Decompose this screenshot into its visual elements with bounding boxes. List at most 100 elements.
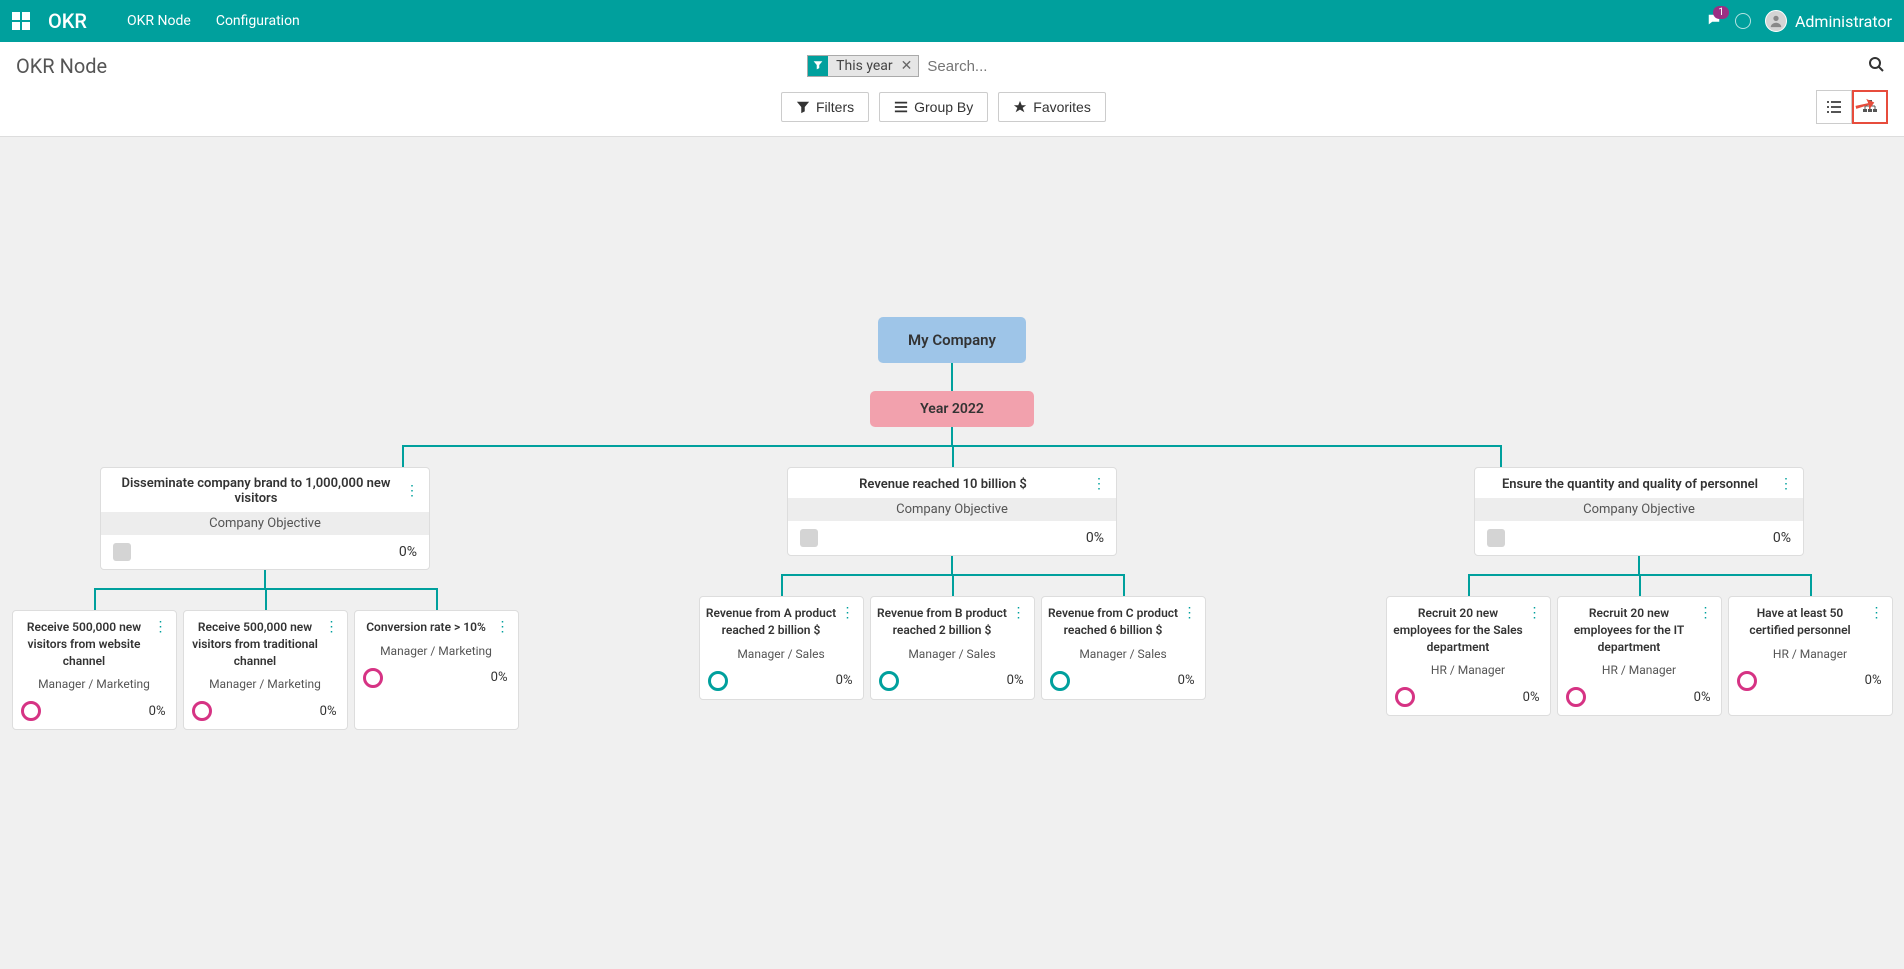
key-result-owner: HR / Manager — [1387, 659, 1550, 681]
key-result-owner: Manager / Marketing — [184, 673, 347, 695]
objective-progress: 0% — [399, 544, 417, 560]
search-filter-tag[interactable]: This year ✕ — [807, 55, 919, 77]
objective-progress: 0% — [1773, 530, 1791, 546]
favorites-label: Favorites — [1033, 99, 1091, 115]
kebab-menu-icon[interactable]: ⋮ — [837, 605, 859, 639]
owner-avatar-icon — [879, 671, 899, 691]
filter-icon — [808, 56, 828, 76]
kebab-menu-icon[interactable]: ⋮ — [150, 619, 172, 669]
kebab-menu-icon[interactable]: ⋮ — [1866, 605, 1888, 639]
key-result-title: Revenue from C product reached 6 billion… — [1048, 605, 1179, 639]
kebab-menu-icon[interactable]: ⋮ — [1088, 476, 1110, 492]
key-result-title: Recruit 20 new employees for the Sales d… — [1393, 605, 1524, 655]
kebab-menu-icon[interactable]: ⋮ — [1179, 605, 1201, 639]
owner-avatar-icon — [113, 543, 131, 561]
key-result-progress: 0% — [320, 704, 337, 719]
key-result-title: Recruit 20 new employees for the IT depa… — [1564, 605, 1695, 655]
toolbar-buttons: Filters Group By Favorites — [781, 92, 1106, 122]
view-switcher — [1816, 90, 1888, 124]
apps-icon[interactable] — [12, 12, 30, 30]
owner-avatar-icon — [192, 701, 212, 721]
kebab-menu-icon[interactable]: ⋮ — [1775, 476, 1797, 492]
key-result-card[interactable]: Revenue from C product reached 6 billion… — [1041, 596, 1206, 700]
favorites-button[interactable]: Favorites — [998, 92, 1106, 122]
key-result-progress: 0% — [1178, 673, 1195, 688]
search-input[interactable] — [919, 54, 1339, 79]
key-result-title: Have at least 50 certified personnel — [1735, 605, 1866, 639]
key-result-title: Conversion rate > 10% — [361, 619, 492, 636]
key-result-title: Revenue from B product reached 2 billion… — [877, 605, 1008, 639]
key-result-card[interactable]: Revenue from A product reached 2 billion… — [699, 596, 864, 700]
key-result-owner: Manager / Sales — [1042, 643, 1205, 665]
menu-okr-node[interactable]: OKR Node — [127, 13, 191, 29]
key-result-owner: Manager / Marketing — [355, 640, 518, 662]
filters-button[interactable]: Filters — [781, 92, 869, 122]
key-result-card[interactable]: Revenue from B product reached 2 billion… — [870, 596, 1035, 700]
tree-canvas[interactable]: My Company Year 2022 Disseminate company… — [0, 137, 1904, 837]
objective-subtitle: Company Objective — [788, 498, 1116, 521]
topbar-right: 1 Administrator — [1707, 10, 1892, 32]
owner-avatar-icon — [363, 668, 383, 688]
search-icon[interactable] — [1864, 52, 1888, 80]
groupby-label: Group By — [914, 99, 973, 115]
topbar-menu: OKR Node Configuration — [127, 13, 300, 29]
list-view-button[interactable] — [1816, 90, 1852, 124]
key-result-card[interactable]: Recruit 20 new employees for the Sales d… — [1386, 596, 1551, 716]
kebab-menu-icon[interactable]: ⋮ — [1524, 605, 1546, 655]
owner-avatar-icon — [1395, 687, 1415, 707]
user-name: Administrator — [1795, 12, 1892, 31]
key-result-card[interactable]: Have at least 50 certified personnel ⋮ H… — [1728, 596, 1893, 716]
key-result-owner: HR / Manager — [1558, 659, 1721, 681]
year-node[interactable]: Year 2022 — [870, 391, 1034, 427]
kebab-menu-icon[interactable]: ⋮ — [401, 483, 423, 499]
owner-avatar-icon — [1566, 687, 1586, 707]
key-result-owner: HR / Manager — [1729, 643, 1892, 665]
key-result-title: Revenue from A product reached 2 billion… — [706, 605, 837, 639]
user-menu[interactable]: Administrator — [1765, 10, 1892, 32]
app-name[interactable]: OKR — [48, 9, 87, 33]
search-area: This year ✕ — [807, 52, 1888, 80]
owner-avatar-icon — [1487, 529, 1505, 547]
menu-configuration[interactable]: Configuration — [216, 13, 300, 29]
key-result-progress: 0% — [1007, 673, 1024, 688]
key-result-progress: 0% — [1523, 690, 1540, 705]
user-avatar-icon — [1765, 10, 1787, 32]
breadcrumb[interactable]: OKR Node — [16, 54, 107, 78]
objective-subtitle: Company Objective — [1475, 498, 1803, 521]
activity-icon[interactable] — [1735, 13, 1751, 29]
owner-avatar-icon — [800, 529, 818, 547]
kebab-menu-icon[interactable]: ⋮ — [492, 619, 514, 636]
kebab-menu-icon[interactable]: ⋮ — [1695, 605, 1717, 655]
key-result-card[interactable]: Recruit 20 new employees for the IT depa… — [1557, 596, 1722, 716]
key-result-title: Receive 500,000 new visitors from websit… — [19, 619, 150, 669]
owner-avatar-icon — [21, 701, 41, 721]
objective-subtitle: Company Objective — [101, 512, 429, 535]
filter-tag-remove[interactable]: ✕ — [899, 56, 919, 76]
key-result-progress: 0% — [149, 704, 166, 719]
key-result-owner: Manager / Sales — [871, 643, 1034, 665]
filters-label: Filters — [816, 99, 854, 115]
objective-card[interactable]: Ensure the quantity and quality of perso… — [1474, 467, 1804, 556]
chat-badge: 1 — [1713, 6, 1729, 19]
key-result-card[interactable]: Conversion rate > 10% ⋮ Manager / Market… — [354, 610, 519, 730]
objective-card[interactable]: Revenue reached 10 billion $ ⋮ Company O… — [787, 467, 1117, 556]
root-node[interactable]: My Company — [878, 317, 1026, 363]
objective-title: Revenue reached 10 billion $ — [798, 477, 1088, 492]
kebab-menu-icon[interactable]: ⋮ — [1008, 605, 1030, 639]
groupby-button[interactable]: Group By — [879, 92, 988, 122]
hierarchy-view-button[interactable] — [1852, 90, 1888, 124]
chat-icon[interactable]: 1 — [1707, 12, 1721, 31]
filter-tag-label: This year — [828, 56, 899, 76]
objective-title: Ensure the quantity and quality of perso… — [1485, 477, 1775, 492]
key-result-progress: 0% — [491, 670, 508, 685]
key-result-title: Receive 500,000 new visitors from tradit… — [190, 619, 321, 669]
key-result-card[interactable]: Receive 500,000 new visitors from tradit… — [183, 610, 348, 730]
objective-card[interactable]: Disseminate company brand to 1,000,000 n… — [100, 467, 430, 570]
key-result-progress: 0% — [1865, 673, 1882, 688]
key-result-progress: 0% — [836, 673, 853, 688]
objective-progress: 0% — [1086, 530, 1104, 546]
objective-title: Disseminate company brand to 1,000,000 n… — [111, 476, 401, 506]
key-result-card[interactable]: Receive 500,000 new visitors from websit… — [12, 610, 177, 730]
owner-avatar-icon — [1050, 671, 1070, 691]
kebab-menu-icon[interactable]: ⋮ — [321, 619, 343, 669]
